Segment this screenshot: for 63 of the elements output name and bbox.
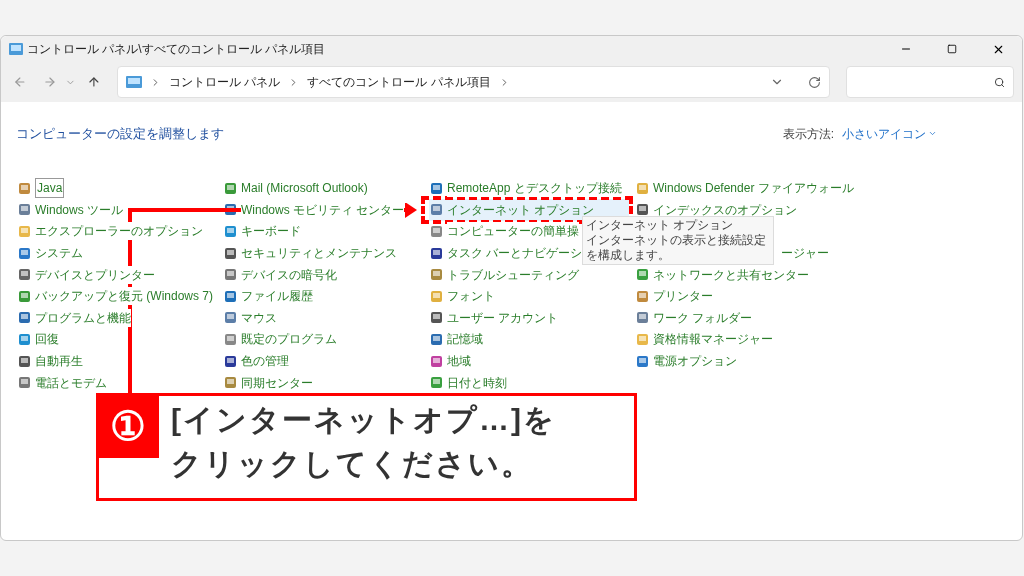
item-icon	[18, 376, 31, 390]
item-icon	[224, 203, 237, 217]
item-icon	[18, 332, 31, 346]
item-icon	[224, 332, 237, 346]
item-icon	[430, 225, 443, 238]
item-icon	[224, 289, 237, 303]
control-panel-icon	[126, 76, 143, 88]
item-icon	[430, 354, 443, 368]
item-icon	[636, 354, 649, 368]
item-icon	[636, 311, 649, 325]
control-panel-item[interactable]: プログラムと機能	[35, 308, 131, 327]
address-bar[interactable]: コントロール パネル すべてのコントロール パネル項目	[117, 66, 831, 98]
item-icon	[224, 246, 237, 260]
control-panel-item[interactable]: Java	[35, 178, 65, 199]
item-icon	[636, 332, 649, 346]
refresh-icon[interactable]	[808, 75, 822, 89]
control-panel-item[interactable]: 日付と時刻	[447, 373, 507, 392]
maximize-icon[interactable]	[947, 44, 957, 54]
window-title: コントロール パネル\すべてのコントロール パネル項目	[27, 41, 325, 58]
view-dropdown[interactable]: 小さいアイコン	[842, 124, 937, 143]
tooltip-text: インターネットの表示と接続設定を構成します。	[586, 233, 767, 263]
item-icon	[430, 376, 443, 390]
item-icon	[224, 354, 237, 368]
instruction-text: [インターネットオプ…]を	[171, 402, 556, 438]
item-icon	[224, 181, 237, 195]
item-icon	[18, 246, 31, 260]
item-icon	[430, 311, 443, 325]
page-heading: コンピューターの設定を調整します	[16, 125, 224, 143]
breadcrumb[interactable]: すべてのコントロール パネル項目	[307, 73, 491, 91]
item-icon	[430, 289, 443, 303]
item-icon	[18, 289, 31, 303]
item-icon	[430, 181, 443, 195]
item-icon	[18, 311, 31, 325]
search-field[interactable]	[846, 66, 1014, 98]
item-icon	[224, 268, 237, 282]
control-panel-item[interactable]: デバイスの暗号化	[241, 265, 337, 284]
item-icon	[18, 225, 31, 238]
item-icon	[430, 246, 443, 260]
control-panel-item[interactable]: ージャー	[781, 244, 829, 263]
instruction-text: クリックしてください。	[171, 446, 534, 482]
item-icon	[224, 376, 237, 390]
control-panel-icon	[9, 43, 23, 55]
item-icon	[430, 332, 443, 346]
control-panel-item[interactable]: エクスプローラーのオプション	[35, 222, 203, 241]
control-panel-item[interactable]: バックアップと復元 (Windows 7)	[35, 287, 213, 306]
item-icon	[224, 311, 237, 325]
step-number: ①	[96, 393, 159, 458]
view-label: 表示方法:	[782, 125, 834, 143]
tooltip-title: インターネット オプション	[586, 218, 735, 233]
item-icon	[18, 203, 31, 217]
item-icon	[636, 181, 649, 195]
item-icon	[430, 203, 443, 217]
control-panel-item[interactable]: RemoteApp とデスクトップ接続	[447, 179, 622, 198]
control-panel-item[interactable]: デバイスとプリンター	[35, 265, 155, 284]
item-icon	[18, 354, 31, 368]
search-icon	[994, 76, 1005, 88]
item-icon	[224, 225, 237, 238]
item-icon	[636, 289, 649, 303]
item-icon	[18, 181, 31, 195]
item-icon	[18, 268, 31, 282]
item-icon	[636, 268, 649, 282]
item-icon	[430, 268, 443, 282]
breadcrumb[interactable]: コントロール パネル	[169, 73, 281, 91]
